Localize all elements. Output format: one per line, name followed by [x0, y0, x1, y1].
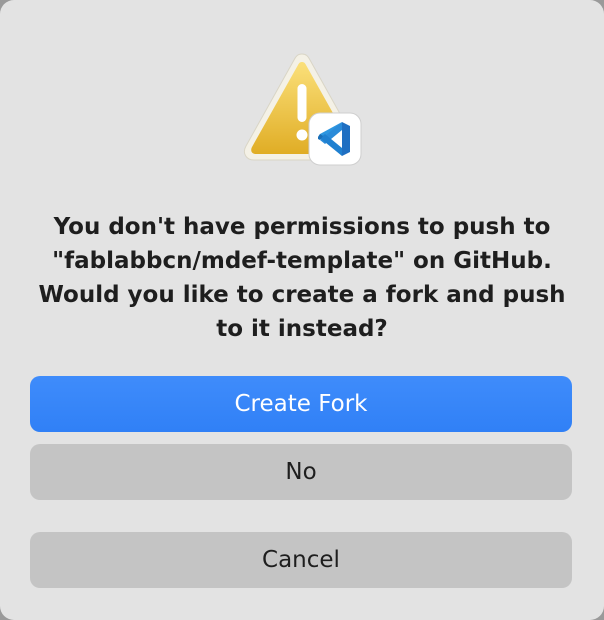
- vscode-badge-icon: [308, 112, 362, 166]
- permission-dialog: You don't have permissions to push to "f…: [0, 0, 604, 620]
- warning-icon: [240, 50, 364, 168]
- no-button[interactable]: No: [30, 444, 572, 500]
- cancel-button[interactable]: Cancel: [30, 532, 572, 588]
- create-fork-button[interactable]: Create Fork: [30, 376, 572, 432]
- dialog-message: You don't have permissions to push to "f…: [38, 214, 566, 342]
